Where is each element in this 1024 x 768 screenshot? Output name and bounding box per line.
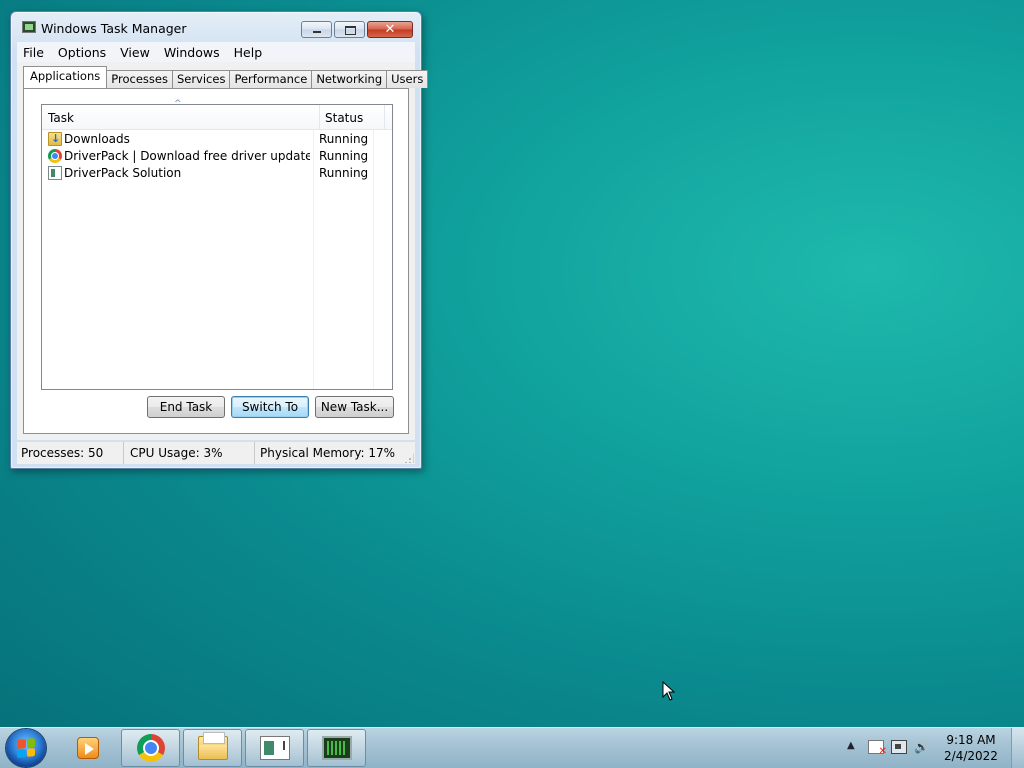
sort-ascending-icon: ^ bbox=[174, 99, 182, 109]
task-manager-app-icon bbox=[22, 21, 36, 33]
clock-time: 9:18 AM bbox=[946, 733, 996, 747]
task-manager-icon bbox=[321, 736, 352, 760]
task-name: DriverPack | Download free driver update… bbox=[64, 148, 310, 163]
task-name: Downloads bbox=[64, 131, 130, 146]
task-manager-window[interactable]: Windows Task Manager ✕ File Options View… bbox=[10, 11, 429, 469]
menu-bar: File Options View Windows Help bbox=[17, 42, 415, 62]
processes-count: Processes: 50 bbox=[17, 442, 124, 464]
tab-strip: Applications Processes Services Performa… bbox=[23, 66, 429, 88]
client-area: Applications Processes Services Performa… bbox=[17, 62, 429, 440]
tab-performance[interactable]: Performance bbox=[229, 70, 313, 88]
clock-date: 2/4/2022 bbox=[944, 749, 998, 763]
chrome-icon bbox=[136, 734, 165, 762]
network-icon[interactable] bbox=[891, 740, 907, 754]
list-header: ^ Task Status bbox=[42, 99, 392, 130]
maximize-button[interactable] bbox=[334, 21, 365, 38]
show-desktop-button[interactable] bbox=[1011, 728, 1024, 768]
cpu-usage: CPU Usage: 3% bbox=[124, 442, 255, 464]
media-player-icon bbox=[76, 737, 99, 759]
tab-networking[interactable]: Networking bbox=[311, 70, 388, 88]
menu-windows[interactable]: Windows bbox=[158, 45, 228, 60]
tab-users[interactable]: Users bbox=[386, 70, 429, 88]
menu-options[interactable]: Options bbox=[52, 45, 114, 60]
taskbar-chrome[interactable] bbox=[121, 729, 180, 767]
applications-panel: ^ Task Status Downloads Running DriverPa… bbox=[23, 88, 409, 434]
window-title: Windows Task Manager bbox=[41, 21, 187, 36]
task-status: Running bbox=[319, 148, 369, 163]
task-status: Running bbox=[319, 131, 369, 146]
tab-applications[interactable]: Applications bbox=[23, 66, 108, 88]
status-bar: Processes: 50 CPU Usage: 3% Physical Mem… bbox=[17, 442, 415, 464]
notification-area: ▲ 🔊 9:18 AM 2/4/2022 bbox=[844, 728, 1024, 768]
downloads-folder-icon bbox=[48, 131, 62, 146]
taskbar-task-manager[interactable] bbox=[307, 729, 366, 767]
menu-help[interactable]: Help bbox=[228, 45, 271, 60]
title-bar[interactable]: Windows Task Manager ✕ bbox=[11, 12, 421, 42]
table-row[interactable]: Downloads Running bbox=[42, 130, 392, 147]
tab-services[interactable]: Services bbox=[171, 70, 231, 88]
column-header-task[interactable]: ^ Task bbox=[42, 99, 320, 129]
new-task-button[interactable]: New Task... bbox=[315, 396, 394, 418]
minimize-button[interactable] bbox=[301, 21, 332, 38]
task-name: DriverPack Solution bbox=[64, 165, 182, 180]
taskbar-media-player[interactable] bbox=[58, 729, 117, 767]
driverpack-icon bbox=[259, 736, 290, 760]
show-hidden-icons-icon[interactable]: ▲ bbox=[847, 740, 855, 751]
explorer-icon bbox=[197, 732, 228, 760]
task-list[interactable]: ^ Task Status Downloads Running DriverPa… bbox=[41, 99, 393, 390]
taskbar-driverpack[interactable] bbox=[245, 729, 304, 767]
volume-icon[interactable]: 🔊 bbox=[914, 740, 930, 754]
task-status: Running bbox=[319, 165, 369, 180]
action-center-flag-icon[interactable] bbox=[868, 740, 887, 757]
tab-processes[interactable]: Processes bbox=[106, 70, 173, 88]
menu-view[interactable]: View bbox=[114, 45, 158, 60]
caption-buttons: ✕ bbox=[299, 21, 413, 38]
end-task-button[interactable]: End Task bbox=[147, 396, 225, 418]
table-row[interactable]: DriverPack Solution Running bbox=[42, 164, 392, 181]
switch-to-button[interactable]: Switch To bbox=[231, 396, 309, 418]
table-row[interactable]: DriverPack | Download free driver update… bbox=[42, 147, 392, 164]
chrome-icon bbox=[48, 148, 62, 163]
menu-file[interactable]: File bbox=[17, 45, 52, 60]
start-button[interactable] bbox=[6, 729, 46, 767]
close-button[interactable]: ✕ bbox=[367, 21, 413, 38]
windows-logo-icon bbox=[17, 738, 35, 758]
taskbar-explorer[interactable] bbox=[183, 729, 242, 767]
physical-memory: Physical Memory: 17% bbox=[260, 446, 396, 460]
mouse-cursor-icon bbox=[662, 681, 676, 701]
list-body: Downloads Running DriverPack | Download … bbox=[42, 130, 392, 389]
resize-grip-icon[interactable] bbox=[404, 453, 414, 463]
taskbar: ▲ 🔊 9:18 AM 2/4/2022 bbox=[0, 727, 1024, 768]
driverpack-icon bbox=[48, 165, 62, 180]
column-header-status[interactable]: Status bbox=[320, 105, 385, 129]
clock[interactable]: 9:18 AM 2/4/2022 bbox=[936, 732, 1006, 764]
